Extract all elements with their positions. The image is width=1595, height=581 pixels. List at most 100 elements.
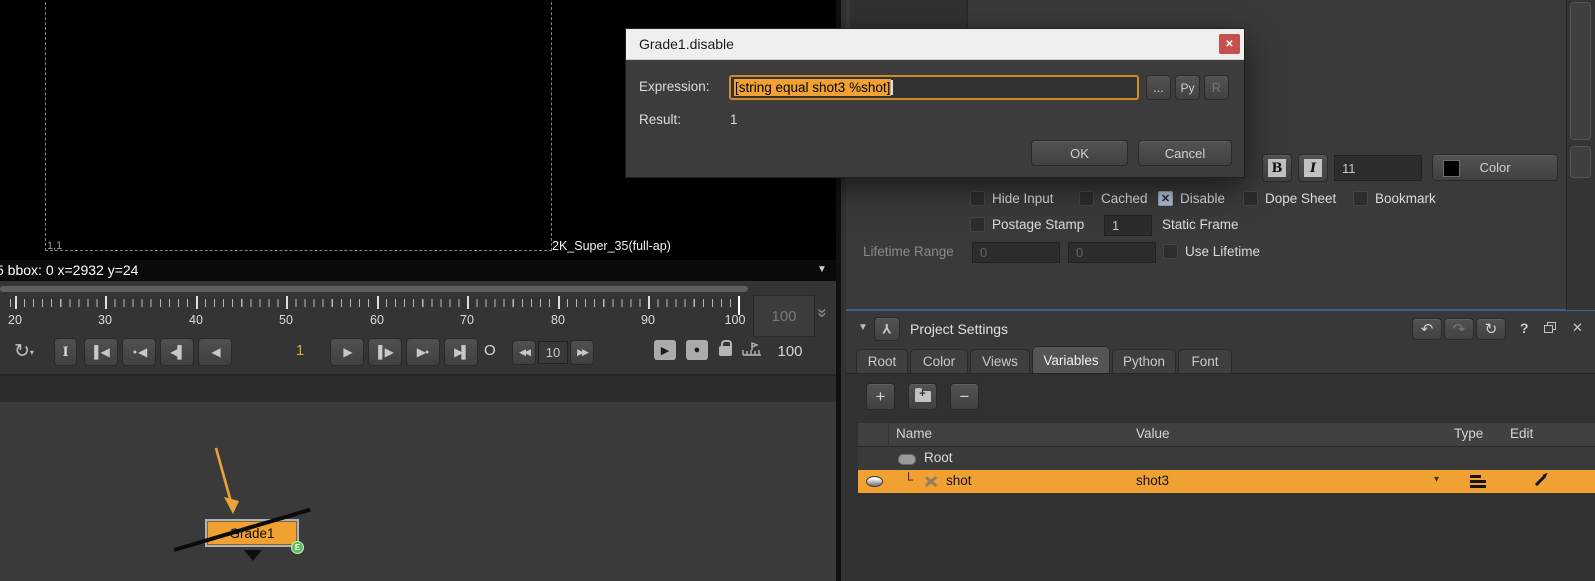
expression-r-button[interactable]: R bbox=[1204, 75, 1229, 100]
play-flipbook-button[interactable]: ▶ bbox=[654, 340, 676, 360]
set-in-point-button[interactable]: I bbox=[54, 338, 77, 366]
frame-increment-input[interactable]: 10 bbox=[538, 341, 568, 364]
add-variable-button[interactable]: + bbox=[866, 383, 895, 410]
current-frame-value[interactable]: 1 bbox=[270, 343, 330, 359]
ok-button[interactable]: OK bbox=[1031, 140, 1128, 166]
global-range-end-value[interactable]: 100 bbox=[762, 343, 818, 360]
tab-color[interactable]: Color bbox=[910, 349, 968, 373]
redo-button[interactable]: ↷ bbox=[1444, 318, 1474, 340]
jump-forward-increment-button[interactable]: ▶▶ bbox=[570, 340, 594, 365]
edit-pencil-icon[interactable] bbox=[1535, 475, 1546, 486]
static-frame-input[interactable]: 1 bbox=[1104, 215, 1152, 236]
tree-branch-glyph: └ bbox=[904, 472, 913, 487]
status-dropdown-icon[interactable]: ▼ bbox=[817, 264, 827, 275]
lock-range-icon[interactable] bbox=[719, 346, 732, 356]
playback-mode-icon[interactable]: ↻▾ bbox=[14, 340, 34, 363]
variables-table-header: Name Value Type Edit bbox=[858, 423, 1595, 447]
tab-python[interactable]: Python bbox=[1112, 349, 1176, 373]
dialog-close-button[interactable]: ✕ bbox=[1219, 34, 1240, 54]
go-to-end-button[interactable]: ▶▌ bbox=[444, 338, 478, 366]
timeline-tick-label: 70 bbox=[460, 313, 474, 327]
column-header-type[interactable]: Type bbox=[1454, 426, 1483, 441]
table-row-root[interactable]: Root bbox=[858, 447, 1595, 470]
lifetime-end-input[interactable]: 0 bbox=[1068, 242, 1156, 263]
label-italic-button[interactable]: I bbox=[1298, 154, 1328, 182]
viewer-format-label: 2K_Super_35(full-ap) bbox=[552, 239, 671, 253]
viewer-bbox-status: 5 bbox: 0 x=2932 y=24 bbox=[0, 262, 138, 278]
timeline-panel: 20 30 40 50 60 70 80 90 100 100 » ↻▾ I ▌… bbox=[0, 281, 836, 376]
node-output-connector[interactable] bbox=[244, 550, 262, 561]
play-backward-button[interactable]: ◀ bbox=[198, 338, 232, 366]
bookmark-checkbox[interactable] bbox=[1353, 191, 1368, 206]
label-bold-button[interactable]: B bbox=[1262, 154, 1292, 182]
visible-range-end-box[interactable]: 100 bbox=[753, 295, 815, 337]
dope-sheet-checkbox[interactable] bbox=[1243, 191, 1258, 206]
timeline-tick-label: 90 bbox=[641, 313, 655, 327]
previous-keyframe-button[interactable]: ●◀ bbox=[122, 338, 156, 366]
node-input-arrow[interactable] bbox=[198, 440, 258, 524]
frame-range-flag-icon[interactable] bbox=[742, 341, 762, 357]
timeline-tick-label: 20 bbox=[8, 313, 22, 327]
row-shot-value[interactable]: shot3 bbox=[1136, 473, 1169, 488]
postage-stamp-checkbox[interactable] bbox=[970, 217, 985, 232]
panel-collapse-triangle-icon[interactable]: ▼ bbox=[858, 322, 868, 333]
tab-views[interactable]: Views bbox=[970, 349, 1030, 373]
node-color-button[interactable]: Color bbox=[1432, 154, 1558, 181]
timeline-major-tick bbox=[558, 296, 560, 309]
visible-range-end-value: 100 bbox=[771, 308, 796, 325]
revert-button[interactable]: ↻ bbox=[1476, 318, 1506, 340]
disable-checkbox[interactable] bbox=[1158, 191, 1173, 206]
tab-variables[interactable]: Variables bbox=[1032, 346, 1110, 373]
timeline-ruler[interactable]: 20 30 40 50 60 70 80 90 100 bbox=[0, 296, 750, 332]
use-lifetime-checkbox[interactable] bbox=[1163, 244, 1178, 259]
postage-stamp-label: Postage Stamp bbox=[992, 217, 1084, 232]
label-font-size-input[interactable]: 11 bbox=[1334, 155, 1422, 181]
tab-font[interactable]: Font bbox=[1178, 349, 1232, 373]
column-header-value[interactable]: Value bbox=[1136, 426, 1170, 441]
column-header-edit[interactable]: Edit bbox=[1510, 426, 1533, 441]
lifetime-range-label: Lifetime Range bbox=[863, 244, 954, 259]
expression-python-button[interactable]: Py bbox=[1175, 75, 1200, 100]
lifetime-start-input[interactable]: 0 bbox=[972, 242, 1060, 263]
type-list-icon[interactable] bbox=[1470, 475, 1486, 488]
go-to-start-button[interactable]: ▌◀ bbox=[84, 338, 118, 366]
play-forward-button[interactable]: ▶ bbox=[330, 338, 364, 366]
undo-button[interactable]: ↶ bbox=[1412, 318, 1442, 340]
node-icon-button[interactable]: Y bbox=[874, 317, 900, 341]
panel-title: Project Settings bbox=[910, 321, 1008, 337]
value-dropdown-icon[interactable]: ▾ bbox=[1434, 474, 1439, 485]
nuke-app-window: 1,1 2K_Super_35(full-ap) 5 bbox: 0 x=293… bbox=[0, 0, 1595, 581]
expression-browse-button[interactable]: ... bbox=[1146, 75, 1171, 100]
render-region-button[interactable]: ● bbox=[686, 340, 708, 360]
column-header-name[interactable]: Name bbox=[896, 426, 932, 441]
scrollbar-thumb-small[interactable] bbox=[1570, 146, 1591, 178]
root-node-icon bbox=[898, 454, 916, 465]
float-panel-icon[interactable] bbox=[1544, 322, 1556, 333]
help-button[interactable]: ? bbox=[1520, 320, 1529, 336]
step-back-button[interactable]: ◀▌ bbox=[160, 338, 194, 366]
visibility-eye-icon[interactable] bbox=[866, 476, 883, 487]
add-group-button[interactable] bbox=[908, 383, 937, 410]
timeline-collapse-chevron-icon[interactable]: » bbox=[813, 308, 833, 317]
cached-checkbox[interactable] bbox=[1079, 191, 1094, 206]
set-out-point-button[interactable]: O bbox=[484, 342, 496, 359]
remove-variable-button[interactable]: − bbox=[950, 383, 979, 410]
panel-close-icon[interactable]: ✕ bbox=[1572, 320, 1583, 336]
step-forward-button[interactable]: ▌▶ bbox=[368, 338, 402, 366]
timeline-major-tick bbox=[377, 296, 379, 309]
cancel-button[interactable]: Cancel bbox=[1138, 140, 1232, 166]
timeline-major-tick bbox=[648, 296, 650, 309]
dialog-title-bar[interactable]: Grade1.disable ✕ bbox=[626, 29, 1244, 60]
hide-input-checkbox[interactable] bbox=[970, 191, 985, 206]
node-graph-panel[interactable]: ditor ✕ Dope Sheet ✕ Grade1 E bbox=[0, 376, 836, 581]
table-row-shot[interactable]: └ shot shot3 ▾ bbox=[858, 470, 1595, 493]
timeline-major-tick bbox=[286, 296, 288, 309]
next-keyframe-button[interactable]: ▶● bbox=[406, 338, 440, 366]
tab-root[interactable]: Root bbox=[856, 349, 908, 373]
jump-back-increment-button[interactable]: ◀◀ bbox=[512, 340, 536, 365]
properties-scrollbar[interactable] bbox=[1566, 0, 1595, 310]
timeline-range-scrollbar[interactable] bbox=[0, 286, 748, 292]
expression-input[interactable]: [string equal shot3 %shot] bbox=[729, 75, 1139, 100]
scrollbar-thumb[interactable] bbox=[1570, 2, 1591, 140]
node-grade1[interactable]: Grade1 bbox=[205, 519, 299, 547]
